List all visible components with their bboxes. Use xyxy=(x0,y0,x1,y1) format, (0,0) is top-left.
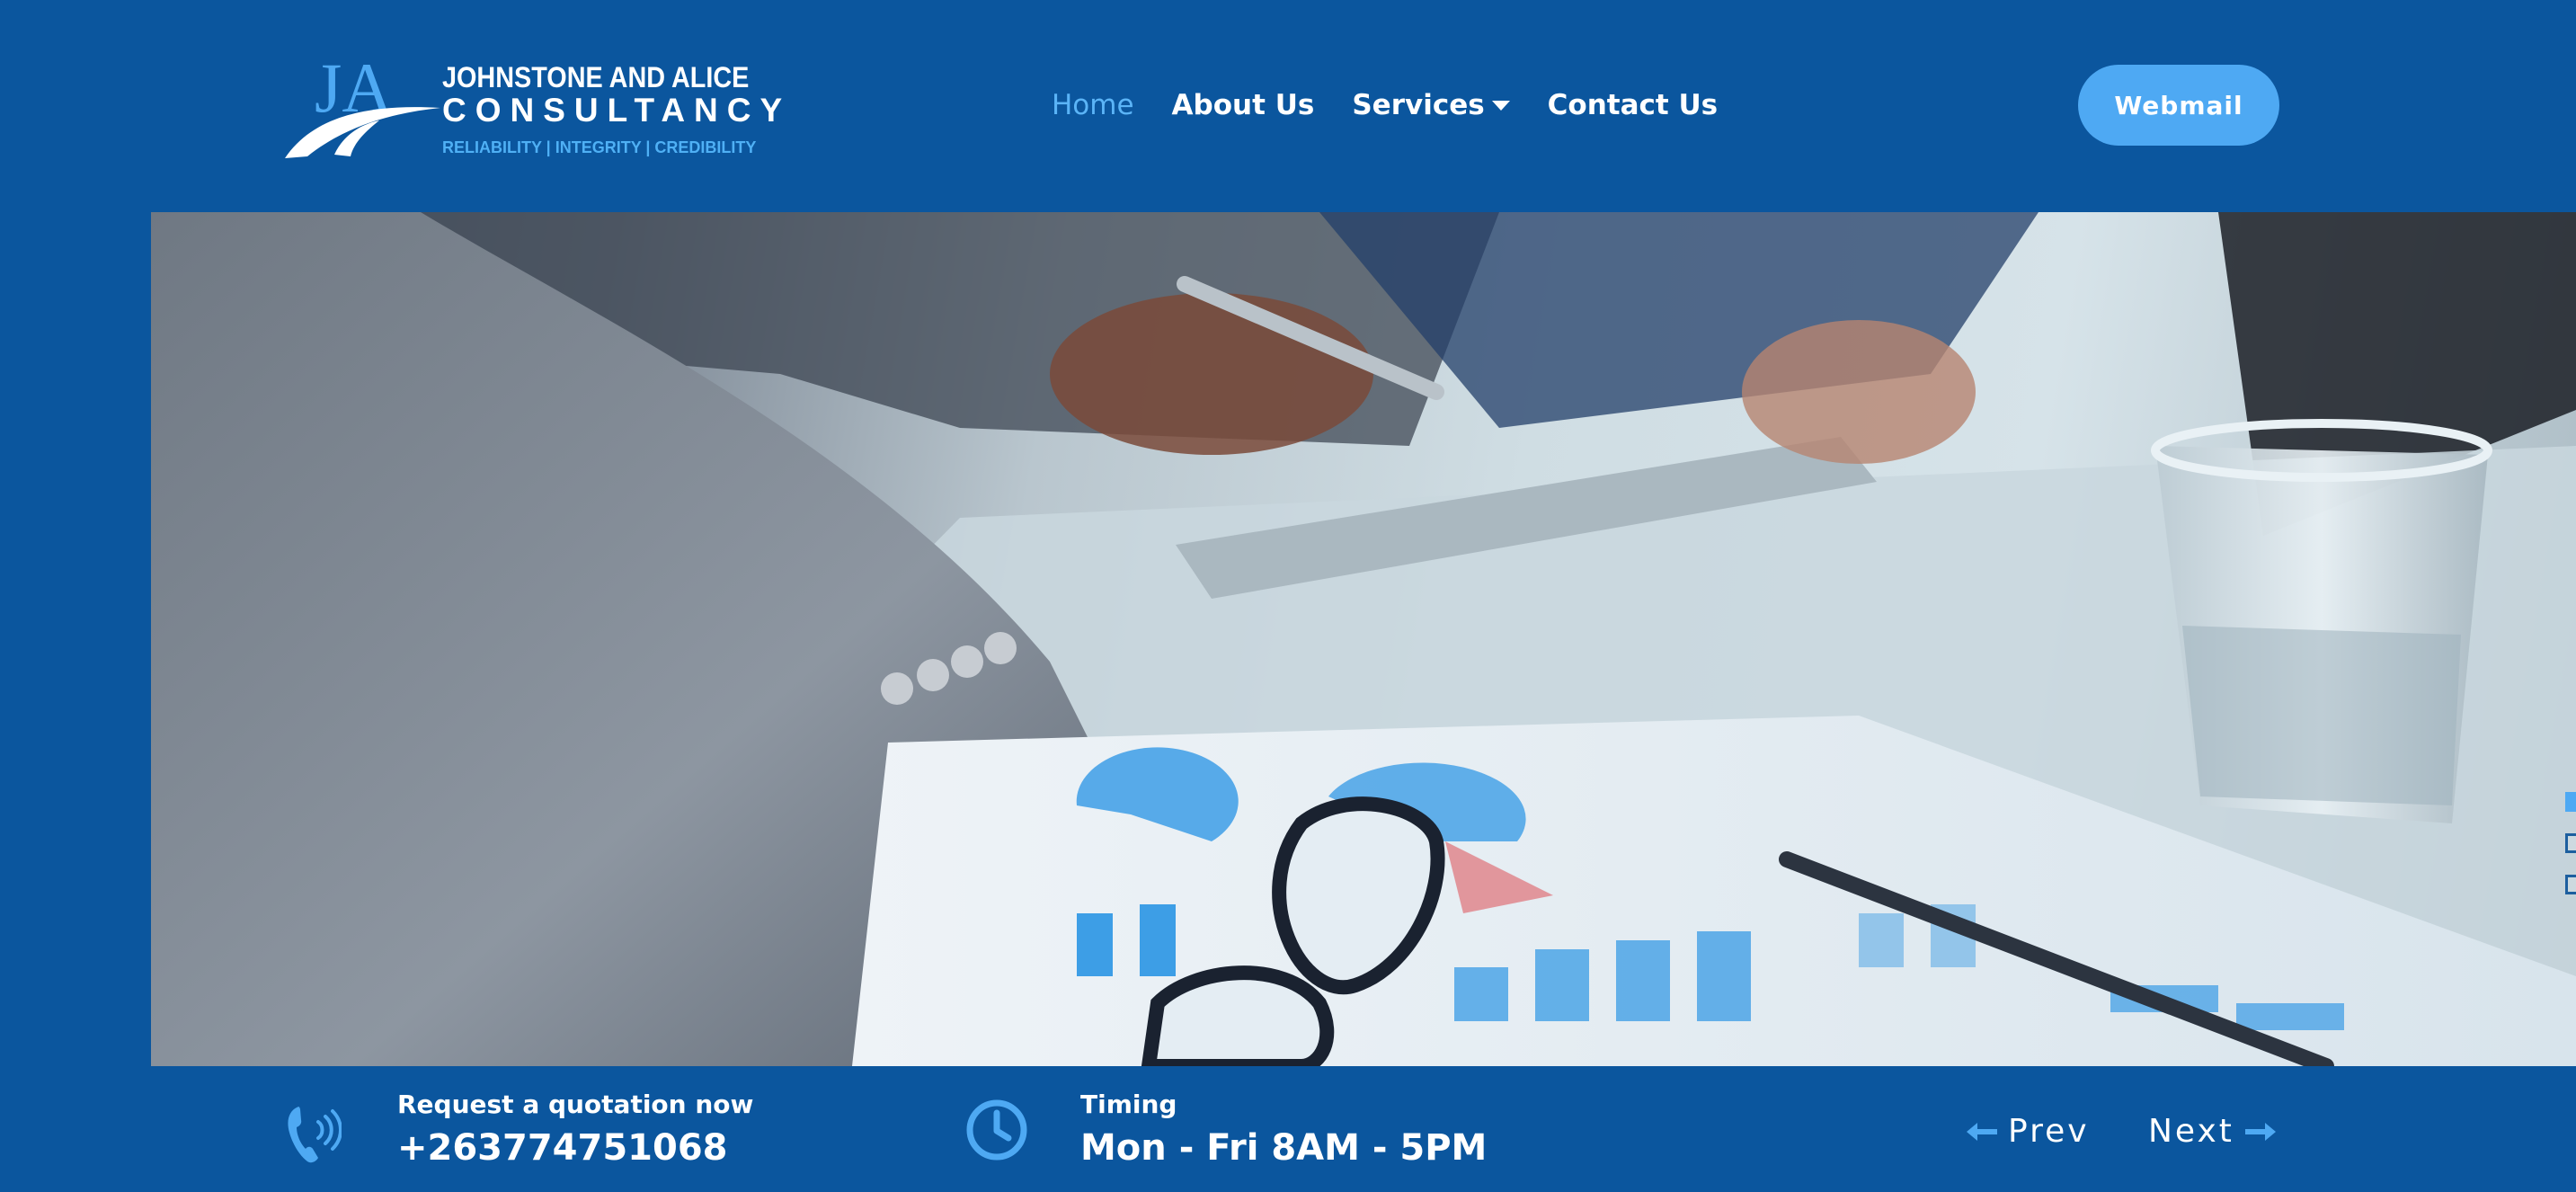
slide-dot-1[interactable] xyxy=(2565,792,2576,812)
nav-item-label: About Us xyxy=(1171,89,1315,121)
quote-label: Request a quotation now xyxy=(397,1090,754,1119)
logo[interactable]: JA JOHNSTONE AND ALICE CONSULTANCY RELIA… xyxy=(280,49,782,165)
nav-item-home[interactable]: Home xyxy=(1052,89,1134,121)
nav-item-label: Home xyxy=(1052,89,1134,121)
quote-phone-number[interactable]: +263774751068 xyxy=(397,1127,728,1169)
logo-name-line1: JOHNSTONE AND ALICE xyxy=(442,61,750,93)
slide-indicators xyxy=(2565,792,2576,916)
clock-icon xyxy=(966,1099,1027,1161)
phone-icon xyxy=(288,1107,342,1163)
logo-name-line2: CONSULTANCY xyxy=(442,92,792,129)
logo-tagline: RELIABILITY | INTEGRITY | CREDIBILITY xyxy=(442,138,757,156)
timing-label: Timing xyxy=(1080,1090,1177,1119)
prev-label: Prev xyxy=(2008,1113,2090,1150)
info-bar: Request a quotation now +263774751068 Ti… xyxy=(151,1066,2576,1192)
nav-item-label: Services xyxy=(1352,89,1485,121)
nav-item-services[interactable]: Services xyxy=(1352,89,1510,121)
arrow-left-icon xyxy=(1967,1122,1997,1141)
arrow-right-icon xyxy=(2244,1122,2276,1141)
main-nav: Home About Us Services Contact Us xyxy=(1052,83,1755,128)
logo-mark-icon: JA xyxy=(285,49,440,158)
slide-dot-2[interactable] xyxy=(2565,833,2576,853)
nav-item-label: Contact Us xyxy=(1547,89,1719,121)
slide-dot-3[interactable] xyxy=(2565,875,2576,894)
webmail-button[interactable]: Webmail xyxy=(2078,65,2279,146)
caret-down-icon xyxy=(1491,100,1510,111)
hero-image xyxy=(151,212,2576,1066)
hero-slider xyxy=(151,212,2576,1066)
next-label: Next xyxy=(2148,1113,2234,1150)
nav-item-contact[interactable]: Contact Us xyxy=(1548,89,1718,121)
prev-slide-button[interactable]: Prev xyxy=(1965,1113,2090,1150)
site-header: JA JOHNSTONE AND ALICE CONSULTANCY RELIA… xyxy=(0,0,2576,212)
timing-value: Mon - Fri 8AM - 5PM xyxy=(1080,1127,1488,1169)
nav-item-about[interactable]: About Us xyxy=(1172,89,1315,121)
next-slide-button[interactable]: Next xyxy=(2148,1113,2278,1150)
